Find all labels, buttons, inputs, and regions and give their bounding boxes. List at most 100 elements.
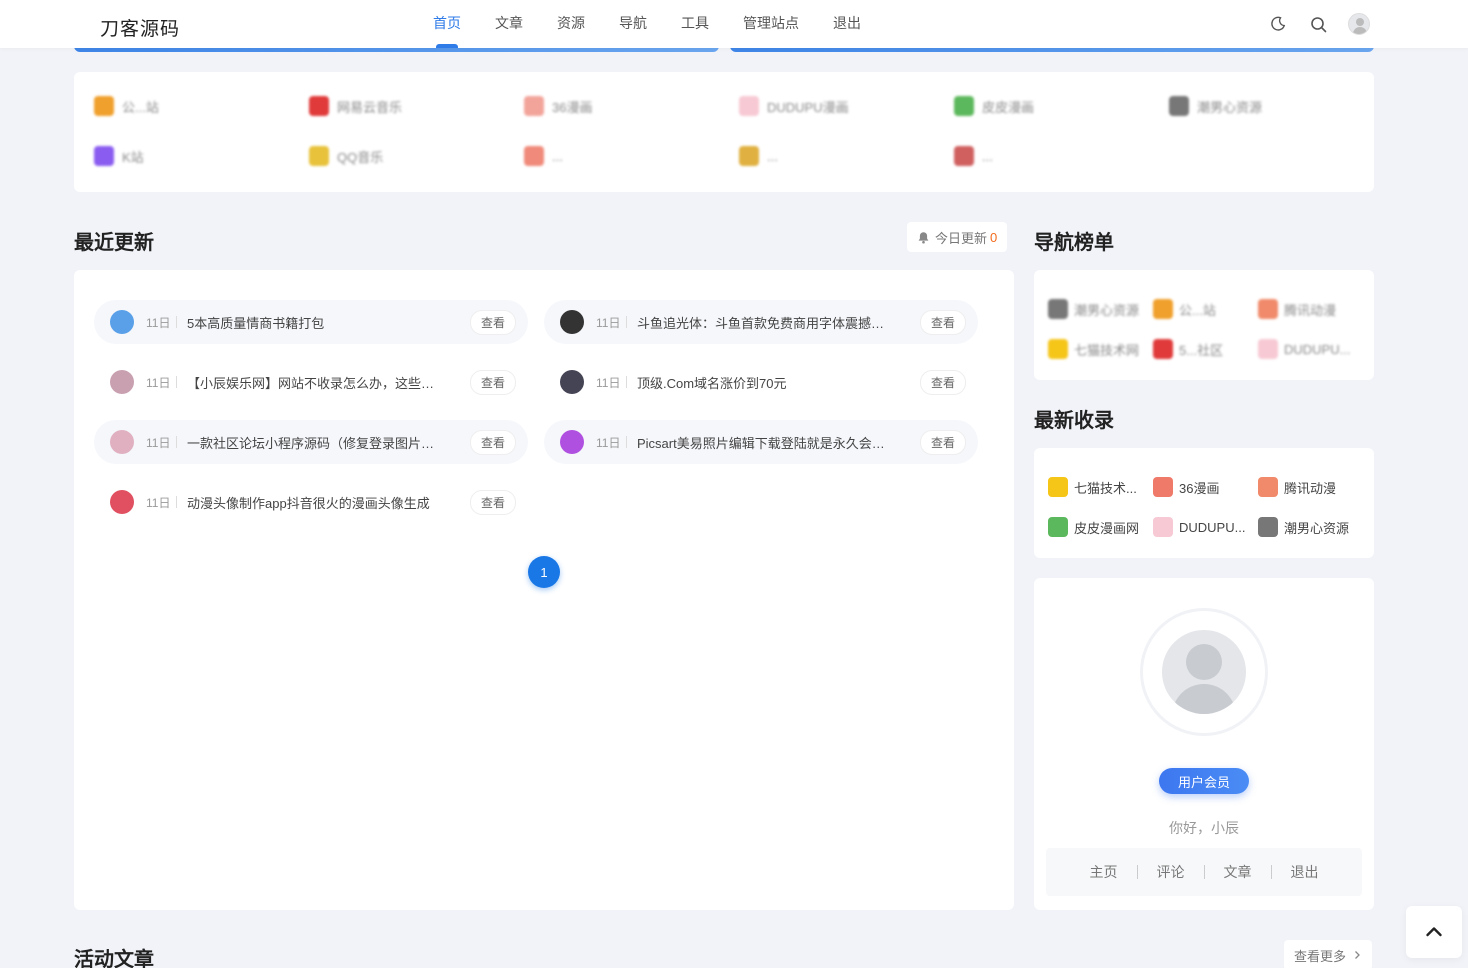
site-logo-icon [1153,339,1173,359]
pagination-page-1[interactable]: 1 [528,556,560,588]
view-more-button[interactable]: 查看更多 [1284,940,1373,968]
update-row[interactable]: 11日 5本高质量情商书籍打包 查看 [94,300,528,344]
friend-link-item[interactable]: 公...站 [94,94,309,118]
site-logo-icon [954,96,974,116]
friend-link-label: ... [767,148,778,164]
site-link-item[interactable]: DUDUPU... [1153,516,1258,538]
update-title[interactable]: 5本高质量情商书籍打包 [187,313,470,332]
site-logo-icon [1258,477,1278,497]
friend-link-item[interactable]: 皮皮漫画 [954,94,1169,118]
site-logo[interactable]: 刀客源码 [100,14,180,41]
nav-navigation[interactable]: 导航 [606,0,660,48]
view-button[interactable]: 查看 [919,309,966,335]
friend-link-item[interactable]: 36漫画 [524,94,739,118]
update-row[interactable]: 11日 顶级.Com域名涨价到70元 查看 [544,360,978,404]
update-date: 11日 [596,315,621,330]
friend-link-item[interactable]: DUDUPU漫画 [739,94,954,118]
site-logo-icon [309,96,329,116]
site-logo-icon [1153,299,1173,319]
recent-title: 最近更新 [74,232,154,254]
site-link-label: 36漫画 [1179,480,1220,496]
nav-articles[interactable]: 文章 [482,0,536,48]
site-logo-icon [1258,517,1278,537]
site-logo-icon [309,146,329,166]
user-avatar[interactable] [1348,13,1370,35]
site-link-item[interactable]: 公...站 [1153,298,1258,320]
post-thumbnail-icon [560,430,584,454]
update-row[interactable]: 11日 【小辰娱乐网】网站不收录怎么办，这些方法你要知道 查看 [94,360,528,404]
user-menu-articles[interactable]: 文章 [1205,862,1271,882]
friend-link-item[interactable]: 网易云音乐 [309,94,524,118]
view-more-label: 查看更多 [1294,948,1347,964]
friend-link-label: 潮男心资源 [1197,99,1263,115]
site-link-item[interactable]: 36漫画 [1153,476,1258,498]
update-title[interactable]: 【小辰娱乐网】网站不收录怎么办，这些方法你要知道 [187,373,470,392]
update-row[interactable]: 11日 动漫头像制作app抖音很火的漫画头像生成 查看 [94,480,528,524]
site-logo-icon [524,96,544,116]
view-button[interactable]: 查看 [919,429,966,455]
nav-rank-grid: 潮男心资源 公...站 腾讯动漫七猫技术网 5...社区 DUDUPU... [1048,298,1368,360]
nav-home[interactable]: 首页 [420,0,474,48]
site-link-item[interactable]: 潮男心资源 [1048,298,1153,320]
user-menu-home[interactable]: 主页 [1071,862,1137,882]
nav-resources[interactable]: 资源 [544,0,598,48]
view-button[interactable]: 查看 [469,369,516,395]
site-link-item[interactable]: 5...社区 [1153,338,1258,360]
friend-link-label: 36漫画 [552,99,593,115]
new-sites-grid: 七猫技术... 36漫画 腾讯动漫皮皮漫画网 DUDUPU... 潮男心资源 [1048,476,1368,538]
update-row[interactable]: 11日 斗鱼追光体：斗鱼首款免费商用字体震撼来袭 查看 [544,300,978,344]
friend-link-item[interactable]: ... [954,144,1169,168]
nav-tools[interactable]: 工具 [668,0,722,48]
view-button[interactable]: 查看 [469,309,516,335]
friend-link-item[interactable]: K站 [94,144,309,168]
friend-link-item[interactable]: 潮男心资源 [1169,94,1384,118]
site-link-item[interactable]: 七猫技术网 [1048,338,1153,360]
friend-link-item[interactable]: ... [524,144,739,168]
nav-logout[interactable]: 退出 [820,0,874,48]
update-row[interactable]: 11日 Picsart美易照片编辑下载登陆就是永久会员版 查看 [544,420,978,464]
nav-rank-card: 潮男心资源 公...站 腾讯动漫七猫技术网 5...社区 DUDUPU... [1034,270,1374,380]
date-divider [176,316,177,328]
user-menu-comments[interactable]: 评论 [1138,862,1204,882]
chevron-up-icon [1426,927,1442,937]
friend-link-item[interactable]: ... [739,144,954,168]
user-avatar-large[interactable] [1140,608,1268,736]
member-button[interactable]: 用户会员 [1159,768,1249,794]
friend-link-label: K站 [122,149,144,165]
update-date: 11日 [146,435,171,450]
view-button[interactable]: 查看 [469,429,516,455]
nav-admin[interactable]: 管理站点 [730,0,812,48]
site-link-label: 腾讯动漫 [1284,302,1337,318]
site-link-item[interactable]: 腾讯动漫 [1258,476,1363,498]
site-link-label: 七猫技术... [1074,480,1137,496]
update-title[interactable]: Picsart美易照片编辑下载登陆就是永久会员版 [637,433,920,452]
post-thumbnail-icon [110,310,134,334]
today-update-badge[interactable]: 今日更新 0 [907,222,1008,252]
site-link-item[interactable]: 腾讯动漫 [1258,298,1363,320]
top-header: 刀客源码 首页 文章 资源 导航 工具 管理站点 退出 [0,0,1468,48]
update-title[interactable]: 顶级.Com域名涨价到70元 [637,373,920,392]
dark-mode-moon-icon[interactable] [1267,13,1289,35]
site-logo-icon [1258,299,1278,319]
friend-link-label: ... [982,148,993,164]
site-link-item[interactable]: 潮男心资源 [1258,516,1363,538]
site-link-label: 潮男心资源 [1074,302,1140,318]
update-date: 11日 [146,315,171,330]
site-link-item[interactable]: DUDUPU... [1258,338,1363,360]
back-to-top-button[interactable] [1406,906,1462,958]
post-thumbnail-icon [110,490,134,514]
site-link-item[interactable]: 皮皮漫画网 [1048,516,1153,538]
user-menu-logout[interactable]: 退出 [1272,862,1338,882]
site-link-label: DUDUPU... [1284,341,1351,357]
update-title[interactable]: 斗鱼追光体：斗鱼首款免费商用字体震撼来袭 [637,313,920,332]
date-divider [626,436,627,448]
site-link-item[interactable]: 七猫技术... [1048,476,1153,498]
view-button[interactable]: 查看 [919,369,966,395]
update-row[interactable]: 11日 一款社区论坛小程序源码（修复登录图片问题） 查看 [94,420,528,464]
update-title[interactable]: 动漫头像制作app抖音很火的漫画头像生成 [187,493,470,512]
site-logo-icon [1258,339,1278,359]
view-button[interactable]: 查看 [469,489,516,515]
friend-link-item[interactable]: QQ音乐 [309,144,524,168]
search-icon[interactable] [1307,13,1329,35]
update-title[interactable]: 一款社区论坛小程序源码（修复登录图片问题） [187,433,470,452]
